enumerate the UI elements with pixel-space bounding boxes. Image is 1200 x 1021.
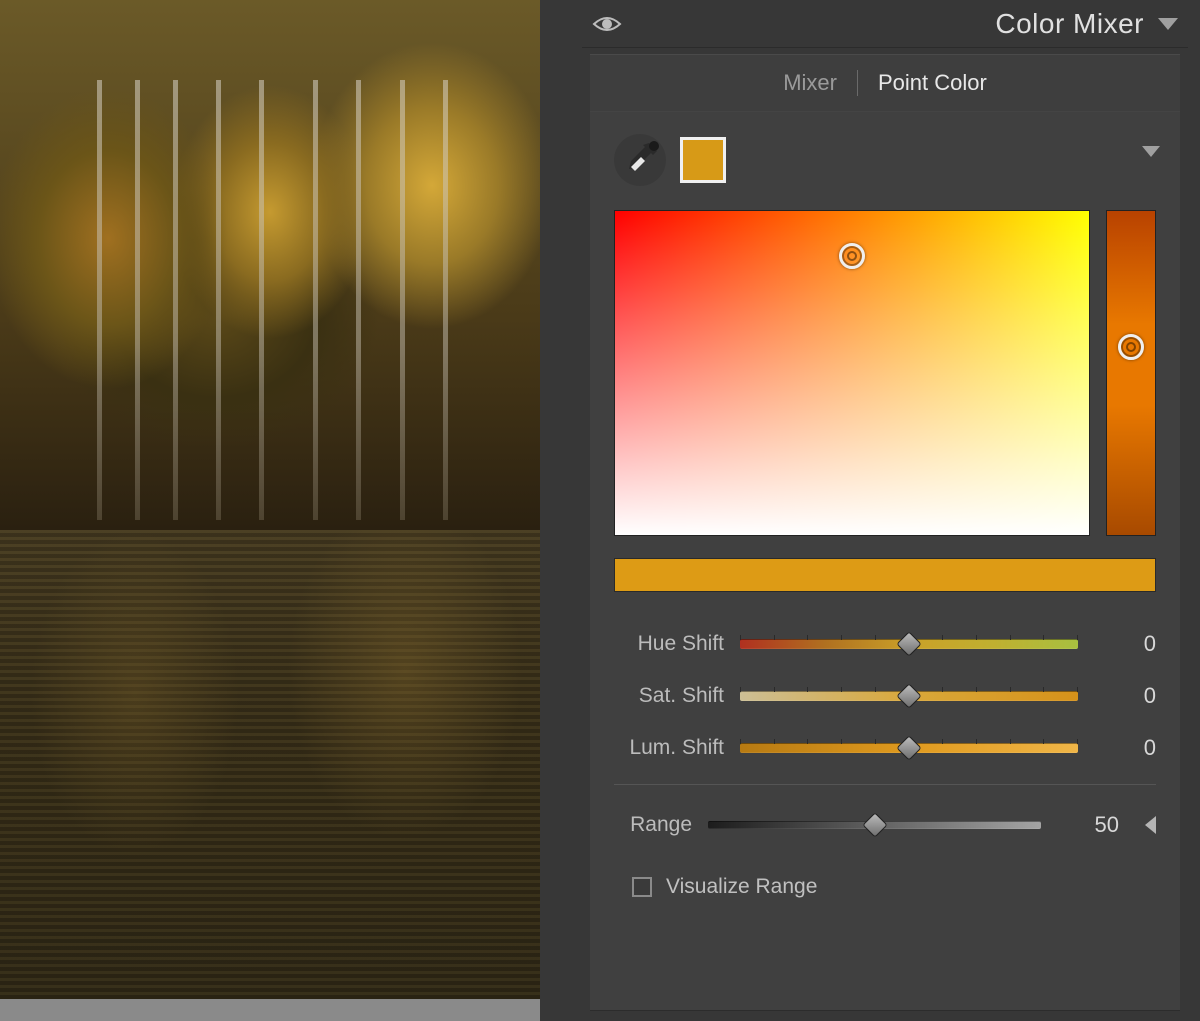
hue-bar[interactable] xyxy=(1106,210,1156,536)
color-mixer-panel: Color Mixer Mixer Point Color xyxy=(582,0,1200,1021)
visualize-range-row: Visualize Range xyxy=(614,875,1156,899)
slider-value[interactable]: 50 xyxy=(1057,812,1119,838)
range-expand-icon[interactable] xyxy=(1145,816,1156,834)
panel-collapse-icon[interactable] xyxy=(1158,18,1178,30)
swatch-options-icon[interactable] xyxy=(1142,146,1160,157)
visibility-eye-icon[interactable] xyxy=(592,14,622,34)
visualize-range-checkbox[interactable] xyxy=(632,877,652,897)
panel-header: Color Mixer xyxy=(582,0,1188,48)
range-slider: Range 50 xyxy=(614,799,1156,851)
visualize-range-label: Visualize Range xyxy=(666,875,817,899)
color-preview-strip xyxy=(614,558,1156,592)
tab-mixer[interactable]: Mixer xyxy=(783,70,837,96)
slider-label: Sat. Shift xyxy=(614,684,724,708)
sampled-color-swatch[interactable] xyxy=(680,137,726,183)
slider-track[interactable] xyxy=(740,691,1078,701)
slider-thumb[interactable] xyxy=(862,812,887,837)
sat-shift-slider: Sat. Shift 0 xyxy=(614,670,1156,722)
image-preview[interactable] xyxy=(0,0,540,999)
slider-value[interactable]: 0 xyxy=(1094,735,1156,761)
lum-shift-slider: Lum. Shift 0 xyxy=(614,722,1156,774)
tab-point-color[interactable]: Point Color xyxy=(878,70,987,96)
color-field-cursor[interactable] xyxy=(839,243,865,269)
separator xyxy=(614,784,1156,785)
eyedropper-button[interactable] xyxy=(614,134,666,186)
tab-divider xyxy=(857,70,858,96)
panel-resize-gutter[interactable] xyxy=(540,0,582,1021)
panel-title: Color Mixer xyxy=(995,8,1144,40)
sub-tabs: Mixer Point Color xyxy=(590,54,1180,112)
color-field[interactable] xyxy=(614,210,1090,536)
hue-shift-slider: Hue Shift 0 xyxy=(614,618,1156,670)
slider-label: Range xyxy=(614,813,692,837)
slider-track[interactable] xyxy=(708,821,1041,829)
slider-track[interactable] xyxy=(740,639,1078,649)
eyedropper-icon xyxy=(617,137,663,183)
slider-label: Lum. Shift xyxy=(614,736,724,760)
slider-value[interactable]: 0 xyxy=(1094,683,1156,709)
hue-bar-cursor[interactable] xyxy=(1118,334,1144,360)
slider-track[interactable] xyxy=(740,743,1078,753)
slider-label: Hue Shift xyxy=(614,632,724,656)
slider-value[interactable]: 0 xyxy=(1094,631,1156,657)
